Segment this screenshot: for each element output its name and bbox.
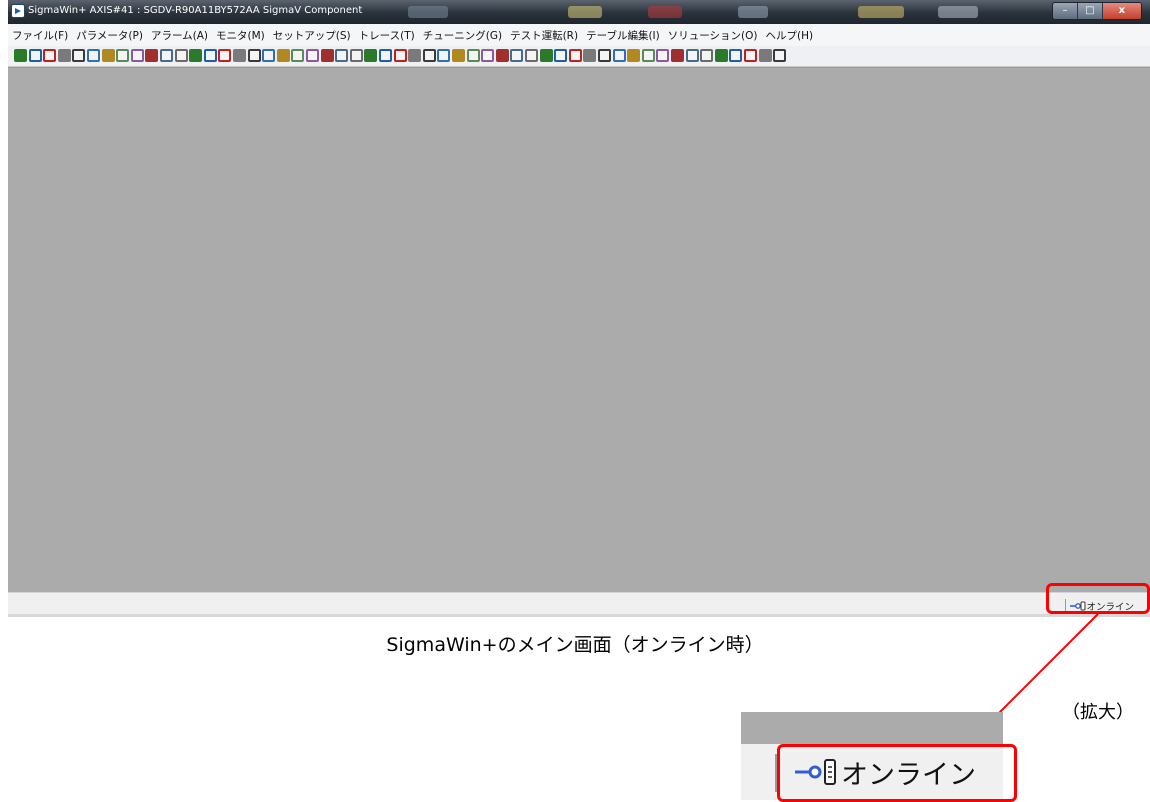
toolbar-button[interactable] <box>14 49 27 62</box>
titlebar-background-shape <box>568 6 602 18</box>
toolbar-button[interactable] <box>408 49 422 62</box>
window-controls: – □ x <box>1052 2 1142 20</box>
menu-alarm[interactable]: アラーム(A) <box>147 28 212 43</box>
titlebar-background-shape <box>648 6 682 18</box>
menu-table-edit[interactable]: テーブル編集(I) <box>582 28 664 43</box>
toolbar-button[interactable] <box>525 49 538 62</box>
toolbar-button[interactable] <box>203 49 217 62</box>
toolbar-button[interactable] <box>627 49 641 62</box>
status-bar-edge <box>8 614 1150 617</box>
toolbar-button[interactable] <box>364 49 378 62</box>
toolbar-button[interactable] <box>379 49 392 62</box>
toolbar-button[interactable] <box>72 49 86 62</box>
toolbar-button[interactable] <box>598 49 611 62</box>
menu-bar: ファイル(F) パラメータ(P) アラーム(A) モニタ(M) セットアップ(S… <box>8 24 1150 46</box>
main-workspace <box>8 67 1150 593</box>
toolbar-button[interactable] <box>101 49 115 62</box>
zoomed-workspace <box>741 712 1003 744</box>
sigmawin-main-window: SigmaWin+ AXIS#41 : SGDV-R90A11BY572AA S… <box>8 0 1150 617</box>
titlebar-background-shape <box>858 6 904 18</box>
toolbar-button[interactable] <box>700 49 714 62</box>
menu-setup[interactable]: セットアップ(S) <box>269 28 355 43</box>
toolbar-button[interactable] <box>583 49 597 62</box>
menu-parameter[interactable]: パラメータ(P) <box>72 28 147 43</box>
toolbar-button[interactable] <box>641 49 655 62</box>
title-bar[interactable]: SigmaWin+ AXIS#41 : SGDV-R90A11BY572AA S… <box>8 0 1150 24</box>
toolbar-button[interactable] <box>189 49 203 62</box>
toolbar <box>8 46 1150 67</box>
toolbar-button[interactable] <box>145 49 159 62</box>
titlebar-background-shape <box>408 6 448 18</box>
toolbar-button[interactable] <box>729 49 743 62</box>
app-icon <box>11 4 25 18</box>
titlebar-background-shape <box>938 6 978 18</box>
toolbar-button[interactable] <box>495 49 509 62</box>
toolbar-button[interactable] <box>291 49 305 62</box>
status-highlight-box <box>1046 583 1150 614</box>
menu-test-run[interactable]: テスト運転(R) <box>506 28 582 43</box>
toolbar-button[interactable] <box>247 49 261 62</box>
toolbar-button[interactable] <box>481 49 495 62</box>
toolbar-button[interactable] <box>276 49 290 62</box>
zoom-highlight-box <box>777 744 1017 802</box>
toolbar-button[interactable] <box>174 49 188 62</box>
toolbar-button[interactable] <box>160 49 173 62</box>
toolbar-button[interactable] <box>116 49 130 62</box>
menu-trace[interactable]: トレース(T) <box>355 28 419 43</box>
toolbar-button[interactable] <box>437 49 451 62</box>
toolbar-button[interactable] <box>510 49 524 62</box>
toolbar-button[interactable] <box>671 49 684 62</box>
toolbar-button[interactable] <box>422 49 436 62</box>
toolbar-button[interactable] <box>758 49 772 62</box>
menu-file[interactable]: ファイル(F) <box>8 28 72 43</box>
toolbar-button[interactable] <box>554 49 568 62</box>
toolbar-button[interactable] <box>233 49 246 62</box>
toolbar-button[interactable] <box>320 49 334 62</box>
toolbar-button[interactable] <box>685 49 699 62</box>
toolbar-button[interactable] <box>393 49 407 62</box>
toolbar-button[interactable] <box>335 49 349 62</box>
toolbar-button[interactable] <box>130 49 144 62</box>
menu-help[interactable]: ヘルプ(H) <box>762 28 818 43</box>
menu-solution[interactable]: ソリューション(O) <box>664 28 762 43</box>
toolbar-button[interactable] <box>452 49 465 62</box>
menu-monitor[interactable]: モニタ(M) <box>212 28 269 43</box>
toolbar-button[interactable] <box>568 49 582 62</box>
titlebar-background-shape <box>738 6 768 18</box>
toolbar-button[interactable] <box>714 49 728 62</box>
toolbar-button[interactable] <box>262 49 276 62</box>
toolbar-button[interactable] <box>612 49 626 62</box>
close-button[interactable]: x <box>1102 3 1141 19</box>
maximize-button[interactable]: □ <box>1078 3 1103 19</box>
toolbar-button[interactable] <box>744 49 757 62</box>
window-title: SigmaWin+ AXIS#41 : SGDV-R90A11BY572AA S… <box>28 5 363 16</box>
toolbar-button[interactable] <box>218 49 232 62</box>
toolbar-button[interactable] <box>539 49 553 62</box>
status-bar: オンライン <box>8 592 1150 617</box>
toolbar-button[interactable] <box>656 49 670 62</box>
toolbar-button[interactable] <box>466 49 480 62</box>
toolbar-button[interactable] <box>349 49 363 62</box>
toolbar-button[interactable] <box>28 49 42 62</box>
toolbar-button[interactable] <box>773 49 787 62</box>
zoom-label: （拡大） <box>1062 702 1134 723</box>
toolbar-button[interactable] <box>306 49 319 62</box>
figure-caption: SigmaWin+のメイン画面（オンライン時） <box>386 634 764 656</box>
toolbar-button[interactable] <box>57 49 71 62</box>
menu-tuning[interactable]: チューニング(G) <box>419 28 506 43</box>
minimize-button[interactable]: – <box>1053 3 1078 19</box>
toolbar-button[interactable] <box>43 49 57 62</box>
toolbar-button[interactable] <box>87 49 100 62</box>
